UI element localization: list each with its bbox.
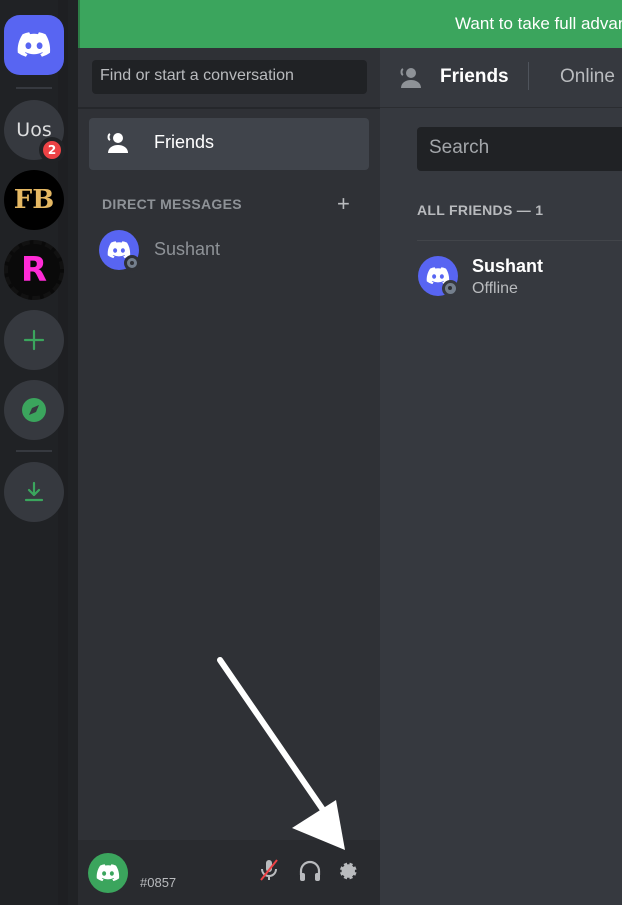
annotation-arrow <box>217 657 345 850</box>
discord-window: Uos 2 FB R Want to take full advan Find … <box>0 0 622 905</box>
